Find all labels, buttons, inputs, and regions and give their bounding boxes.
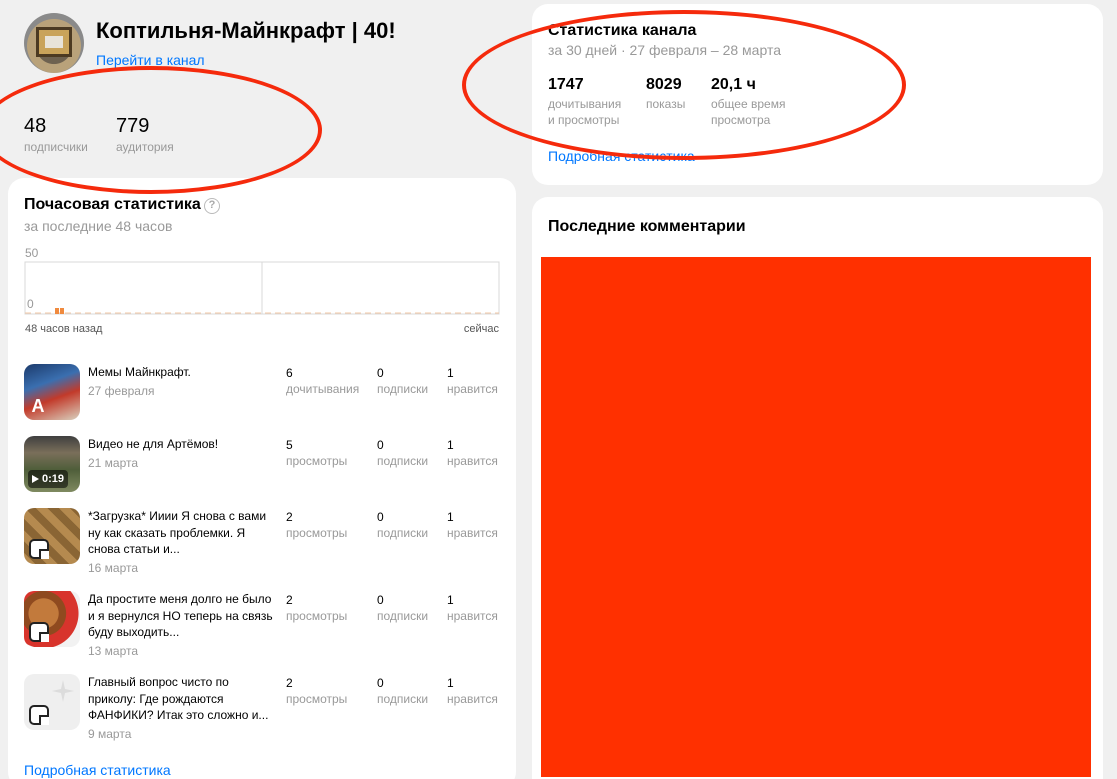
publication-row[interactable]: *Загрузка* Ииии Я снова с вами ну как ск…: [24, 508, 502, 575]
publication-date: 9 марта: [88, 726, 132, 741]
chart-x-tick-left: 48 часов назад: [25, 323, 103, 335]
channel-avatar[interactable]: [24, 13, 84, 73]
publication-title[interactable]: Мемы Майнкрафт. 27 февраля: [88, 364, 274, 399]
metric-subscriptions: 0 подписки: [377, 366, 429, 396]
stat-reads-views: 1747 дочитывания и просмотры: [548, 76, 621, 128]
play-icon: [32, 475, 39, 483]
chart-y-tick-max: 50: [25, 246, 39, 260]
metric-likes: 1 нравится: [447, 510, 498, 540]
audience-stat: 779 аудитория: [116, 115, 174, 154]
metric-likes: 1 нравится: [447, 438, 498, 468]
metric-views: 2 просмотры: [286, 593, 348, 623]
chart-bar: [55, 308, 59, 314]
chart-bar: [60, 308, 64, 314]
video-duration-badge: 0:19: [28, 470, 69, 488]
stat-value: 8029: [646, 76, 682, 93]
publication-title[interactable]: Да простите меня долго не было и я верну…: [88, 591, 274, 659]
metric-subscriptions: 0 подписки: [377, 510, 429, 540]
metric-likes: 1 нравится: [447, 676, 498, 706]
metric-views: 5 просмотры: [286, 438, 348, 468]
article-letter-icon: A: [31, 396, 45, 416]
metric-subscriptions: 0 подписки: [377, 593, 429, 623]
post-icon: [29, 622, 49, 642]
channel-stats-title: Статистика канала: [548, 22, 697, 39]
metric-views: 2 просмотры: [286, 676, 348, 706]
metric-likes: 1 нравится: [447, 593, 498, 623]
stat-impressions: 8029 показы: [646, 76, 685, 112]
channel-header: Коптильня-Майнкрафт | 40! Перейти в кана…: [0, 0, 530, 175]
publication-title[interactable]: Видео не для Артёмов! 21 марта: [88, 436, 274, 471]
sparkle-icon: [52, 680, 74, 702]
channel-stats-card: Статистика канала за 30 дней · 27 феврал…: [532, 4, 1103, 185]
detailed-stats-link[interactable]: Подробная статистика: [548, 148, 695, 164]
audience-label: аудитория: [116, 140, 174, 154]
channel-stats-period: за 30 дней · 27 февраля – 28 марта: [548, 42, 781, 58]
chart-grid: [24, 261, 500, 315]
metric-likes: 1 нравится: [447, 366, 498, 396]
go-to-channel-link[interactable]: Перейти в канал: [96, 52, 205, 68]
publication-date: 13 марта: [88, 643, 139, 658]
metric-reads: 6 дочитывания: [286, 366, 360, 396]
subscribers-value: 48: [24, 115, 47, 137]
stat-label: общее время просмотра: [711, 97, 786, 127]
publication-thumbnail[interactable]: 0:19: [24, 436, 80, 492]
publication-thumbnail[interactable]: [24, 508, 80, 564]
audience-value: 779: [116, 115, 150, 137]
metric-subscriptions: 0 подписки: [377, 676, 429, 706]
metric-views: 2 просмотры: [286, 510, 348, 540]
stat-watch-time: 20,1 ч общее время просмотра: [711, 76, 785, 128]
publication-row[interactable]: Главный вопрос чисто по приколу: Где рож…: [24, 674, 502, 741]
publication-title[interactable]: Главный вопрос чисто по приколу: Где рож…: [88, 674, 274, 742]
stat-value: 1747: [548, 76, 584, 93]
publication-title[interactable]: *Загрузка* Ииии Я снова с вами ну как ск…: [88, 508, 274, 576]
stat-label: дочитывания и просмотры: [548, 97, 622, 127]
publication-row[interactable]: A Мемы Майнкрафт. 27 февраля 6 дочитывани…: [24, 364, 502, 424]
metric-subscriptions: 0 подписки: [377, 438, 429, 468]
channel-name: Коптильня-Майнкрафт | 40!: [96, 18, 396, 43]
post-icon: [29, 705, 49, 725]
subscribers-stat: 48 подписчики: [24, 115, 88, 154]
latest-comments-title: Последние комментарии: [548, 218, 746, 235]
stat-value: 20,1 ч: [711, 76, 756, 93]
chart-y-tick-min: 0: [27, 297, 34, 311]
stat-label: показы: [646, 97, 686, 111]
publication-date: 27 февраля: [88, 383, 155, 398]
publication-row[interactable]: Да простите меня долго не было и я верну…: [24, 591, 502, 658]
redaction-block: [541, 257, 1091, 777]
hourly-stats-title: Почасовая статистика: [24, 196, 201, 213]
publication-row[interactable]: 0:19 Видео не для Артёмов! 21 марта 5 про…: [24, 436, 502, 496]
publication-thumbnail[interactable]: [24, 674, 80, 730]
publication-date: 16 марта: [88, 560, 139, 575]
question-circle-icon[interactable]: ?: [204, 198, 220, 214]
publication-date: 21 марта: [88, 455, 139, 470]
hourly-stats-card: Почасовая статистика ? за последние 48 ч…: [8, 178, 516, 779]
chart-x-tick-right: сейчас: [463, 323, 499, 335]
post-icon: [29, 539, 49, 559]
subscribers-label: подписчики: [24, 140, 88, 154]
hourly-stats-subtitle: за последние 48 часов: [24, 218, 173, 234]
hourly-detailed-stats-link[interactable]: Подробная статистика: [24, 762, 171, 778]
publication-thumbnail[interactable]: A: [24, 364, 80, 420]
publication-thumbnail[interactable]: [24, 591, 80, 647]
